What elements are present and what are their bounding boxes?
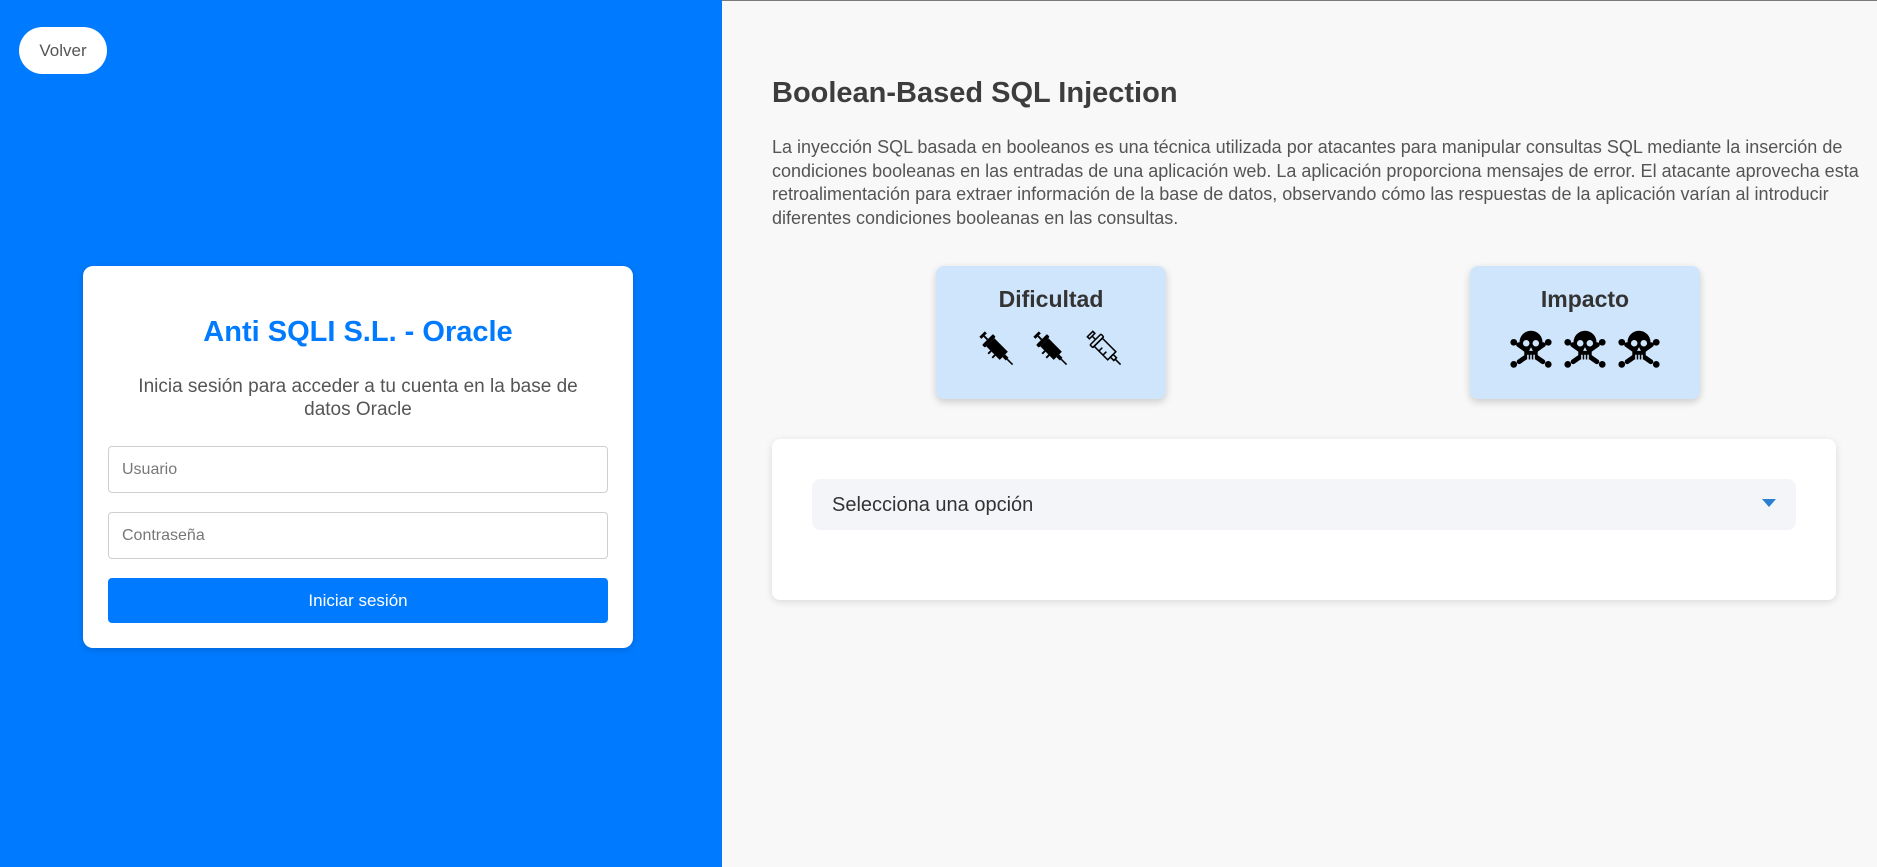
difficulty-title: Dificultad (998, 286, 1104, 312)
difficulty-rating (936, 326, 1166, 372)
difficulty-card: Dificultad (936, 266, 1166, 399)
syringe-filled-icon (1033, 331, 1068, 366)
login-panel: Volver Anti SQLI S.L. - Oracle Inicia se… (0, 0, 722, 867)
info-panel: Boolean-Based SQL Injection La inyección… (722, 0, 1877, 867)
login-button[interactable]: Iniciar sesión (108, 578, 608, 623)
skull-crossbones-icon (1564, 330, 1606, 368)
login-title: Anti SQLI S.L. - Oracle (203, 316, 513, 348)
login-subtitle: Inicia sesión para acceder a tu cuenta e… (138, 376, 578, 420)
back-button[interactable]: Volver (19, 27, 107, 74)
syringe-outline-icon (1086, 330, 1122, 366)
description: La inyección SQL basada en booleanos es … (772, 137, 1859, 228)
impact-title: Impacto (1540, 286, 1630, 312)
skull-crossbones-icon (1510, 330, 1552, 368)
option-select[interactable]: Selecciona una opción (812, 479, 1796, 530)
syringe-filled-icon (979, 331, 1014, 366)
username-input[interactable] (108, 446, 608, 493)
login-card: Anti SQLI S.L. - Oracle Inicia sesión pa… (83, 266, 633, 648)
option-select-label: Selecciona una opción (832, 494, 1034, 516)
password-input[interactable] (108, 512, 608, 559)
option-select-card: Selecciona una opción (772, 439, 1836, 600)
skull-crossbones-icon (1618, 330, 1660, 368)
impact-rating (1470, 326, 1700, 372)
page-title: Boolean-Based SQL Injection (772, 77, 1178, 109)
chevron-down-icon (1762, 499, 1776, 507)
impact-card: Impacto (1470, 266, 1700, 399)
